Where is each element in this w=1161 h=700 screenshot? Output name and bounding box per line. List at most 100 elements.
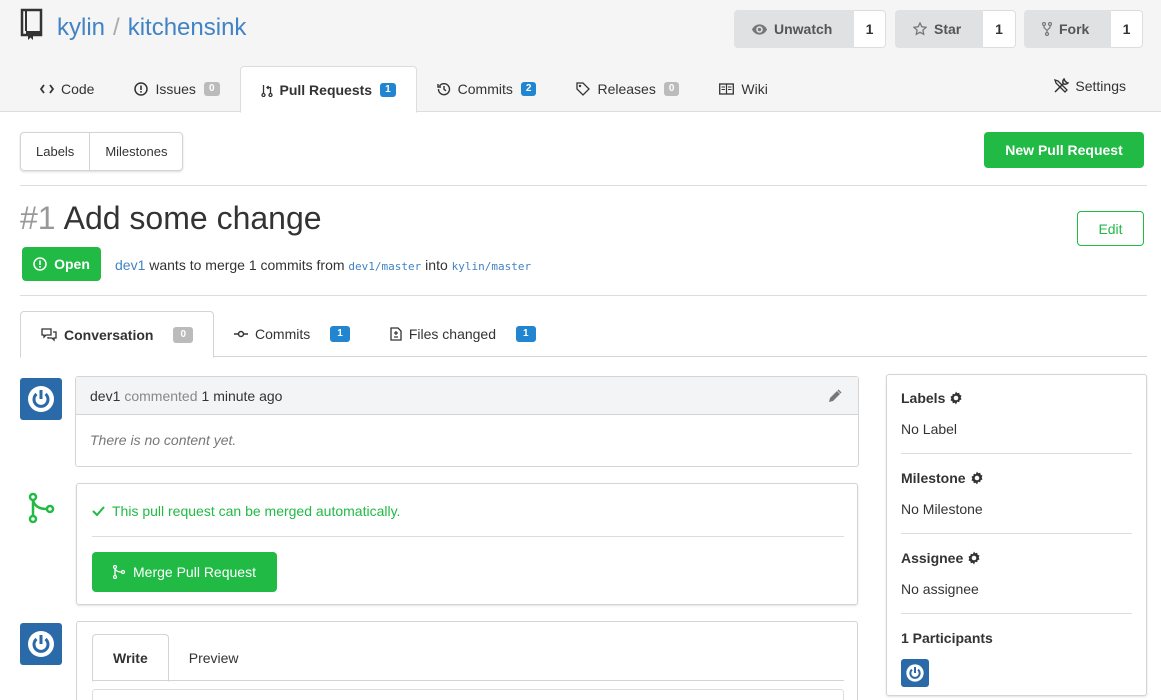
status-label: Open [54,256,90,272]
tab-commits[interactable]: Commits 2 [417,66,557,112]
repo-header: kylin / kitchensink Unwatch 1 Star 1 Fork … [0,0,1161,113]
star-button-group: Star 1 [895,10,1016,48]
issue-icon [134,82,149,96]
watch-count[interactable]: 1 [854,10,886,48]
merge-pull-request-button[interactable]: Merge Pull Request [92,552,277,592]
gear-icon [950,391,962,405]
power-avatar-icon [906,664,924,682]
reply-tabs: Write Preview [92,634,844,682]
tab-conversation-label: Conversation [64,326,154,343]
assignee-value: No assignee [901,581,979,597]
tools-icon [1054,78,1070,93]
merge-box: This pull request can be merged automati… [76,483,858,605]
comment-author[interactable]: dev1 [90,388,120,404]
issues-count-badge: 0 [203,82,220,96]
issue-opened-icon [33,257,47,271]
star-label: Star [934,21,962,37]
tab-pr-commits[interactable]: Commits 1 [214,311,370,357]
unwatch-button[interactable]: Unwatch [734,10,854,48]
tab-files-changed-label: Files changed [408,326,496,342]
avatar[interactable] [20,623,62,665]
labels-title: Labels [901,390,946,406]
tab-wiki-label: Wiki [741,81,768,97]
fork-icon [1042,22,1052,36]
check-icon [92,506,105,516]
tab-releases[interactable]: Releases 0 [556,66,699,112]
tab-files-changed[interactable]: Files changed 1 [370,311,556,357]
labels-value: No Label [901,421,958,437]
tab-issues-label: Issues [155,81,196,97]
tab-pr-commits-label: Commits [255,326,311,342]
merge-status: This pull request can be merged automati… [92,503,400,519]
tab-code-label: Code [61,81,95,97]
avatar[interactable] [20,378,62,420]
git-merge-icon [28,492,55,524]
assignee-heading[interactable]: Assignee [901,550,1132,566]
star-button[interactable]: Star [895,10,983,48]
pr-title-text: Add some change [63,200,322,236]
gear-icon [968,551,980,565]
power-avatar-icon [28,631,54,657]
comment-time: 1 minute ago [201,387,283,404]
head-branch[interactable]: dev1/master [348,260,421,273]
labels-heading[interactable]: Labels [901,390,1132,406]
file-diff-icon [390,327,402,341]
repo-owner-link[interactable]: kylin [57,14,105,41]
milestone-value: No Milestone [901,501,983,517]
fork-count[interactable]: 1 [1111,10,1143,48]
participant-avatar[interactable] [901,659,929,687]
milestones-button[interactable]: Milestones [89,133,182,170]
pull-requests-count-badge: 1 [380,82,396,97]
watch-button-group: Unwatch 1 [734,10,886,48]
repo-name-link[interactable]: kitchensink [128,14,247,41]
releases-count-badge: 0 [663,82,680,96]
star-count[interactable]: 1 [983,10,1016,48]
author-link[interactable]: dev1 [115,257,145,273]
comment-header: dev1 commented 1 minute ago [76,377,858,415]
pencil-icon[interactable] [828,389,842,403]
tab-preview[interactable]: Preview [169,634,259,681]
divider [901,613,1132,614]
git-merge-small-icon [113,565,126,579]
comment: dev1 commented 1 minute ago There is no … [75,376,859,467]
tab-code[interactable]: Code [20,66,114,112]
fork-button[interactable]: Fork [1024,10,1111,48]
repo-separator: / [113,14,120,41]
fork-button-group: Fork 1 [1024,10,1143,48]
divider [20,185,1147,186]
milestone-heading[interactable]: Milestone [901,470,1132,486]
book-icon [719,83,735,95]
commits-count-badge: 2 [520,82,537,96]
merge-summary: dev1 wants to merge 1 commits from dev1/… [115,257,531,273]
tab-settings[interactable]: Settings [1053,78,1126,94]
comment-action: commented [124,387,198,404]
assignee-title: Assignee [901,550,964,566]
new-pull-request-button[interactable]: New Pull Request [984,132,1144,168]
repo-icon [20,8,43,40]
pr-tabs: Conversation 0 Commits 1 Files changed 1 [20,311,1147,358]
base-branch[interactable]: kylin/master [452,260,531,273]
gear-icon [971,471,983,485]
tab-issues[interactable]: Issues 0 [114,66,239,112]
tag-icon [576,82,591,96]
eye-icon [752,23,767,35]
comment-body: There is no content yet. [90,432,237,448]
status-badge: Open [22,247,101,281]
repo-nav-tabs: Code Issues 0 Pull Requests 1 Commits 2 … [20,66,788,113]
pr-sidebar: Labels No Label Milestone No Milestone A… [886,374,1147,696]
comment-textarea[interactable] [92,689,844,700]
tab-commits-label: Commits [457,81,513,97]
tab-pull-requests-label: Pull Requests [279,81,373,98]
divider [92,536,844,537]
divider [20,295,1147,296]
tab-pull-requests[interactable]: Pull Requests 1 [239,66,417,113]
divider [901,453,1132,454]
milestone-title: Milestone [901,470,966,486]
tab-wiki[interactable]: Wiki [699,66,787,112]
edit-button[interactable]: Edit [1077,211,1144,246]
merge-button-label: Merge Pull Request [133,564,256,580]
milestone-section: Milestone No Milestone [901,470,1132,517]
tab-conversation[interactable]: Conversation 0 [20,311,215,358]
tab-write[interactable]: Write [92,634,169,682]
labels-button[interactable]: Labels [21,133,89,170]
